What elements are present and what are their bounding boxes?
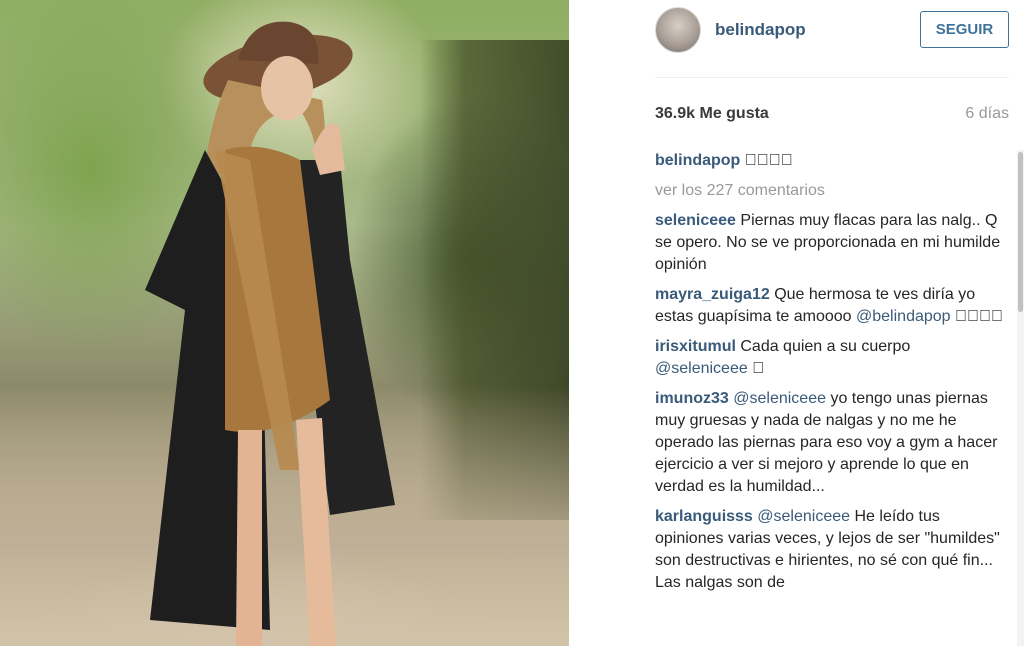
comment-emoji: 􀀀: [752, 360, 765, 377]
post-username[interactable]: belindapop: [715, 20, 806, 40]
header-divider: [655, 77, 1009, 78]
comments-scrollbar[interactable]: [1017, 150, 1024, 646]
comment-username[interactable]: mayra_zuiga12: [655, 286, 770, 303]
avatar[interactable]: [655, 7, 701, 53]
post-photo[interactable]: [0, 0, 569, 646]
view-all-comments-link[interactable]: ver los 227 comentarios: [655, 180, 1003, 202]
caption-text: 􀀀􀀀􀀀􀀀: [744, 152, 793, 169]
scrollbar-thumb[interactable]: [1018, 152, 1023, 312]
comment-username[interactable]: imunoz33: [655, 390, 729, 407]
comment-item: irisxitumul Cada quien a su cuerpo @sele…: [655, 336, 1003, 380]
comment-item: mayra_zuiga12 Que hermosa te ves diría y…: [655, 284, 1003, 328]
comment-username[interactable]: karlanguisss: [655, 508, 753, 525]
caption: belindapop 􀀀􀀀􀀀􀀀: [655, 150, 1003, 172]
comment-username[interactable]: seleniceee: [655, 212, 736, 229]
comment-text: Cada quien a su cuerpo: [740, 338, 911, 355]
comment-mention[interactable]: @belindapop: [856, 308, 951, 325]
photo-figure: [145, 21, 395, 646]
comment-item: seleniceee Piernas muy flacas para las n…: [655, 210, 1003, 276]
post-time[interactable]: 6 días: [965, 105, 1009, 123]
comment-username[interactable]: irisxitumul: [655, 338, 736, 355]
comment-item: imunoz33 @seleniceee yo tengo unas piern…: [655, 388, 1003, 498]
follow-button[interactable]: SEGUIR: [920, 11, 1009, 48]
comment-mention[interactable]: @seleniceee: [655, 360, 748, 377]
comment-mention[interactable]: @seleniceee: [757, 508, 850, 525]
comment-item: karlanguisss @seleniceee He leído tus op…: [655, 506, 1003, 594]
caption-username[interactable]: belindapop: [655, 152, 740, 169]
comment-emoji: 􀀀􀀀􀀀􀀀: [955, 308, 1003, 325]
post-sidebar: belindapop SEGUIR 36.9k Me gusta 6 días …: [569, 0, 1024, 646]
likes-count[interactable]: 36.9k Me gusta: [655, 105, 769, 123]
comment-mention[interactable]: @seleniceee: [733, 390, 826, 407]
comments-list: belindapop 􀀀􀀀􀀀􀀀 ver los 227 comentarios …: [655, 150, 1003, 646]
post-header: belindapop SEGUIR: [569, 0, 1024, 78]
